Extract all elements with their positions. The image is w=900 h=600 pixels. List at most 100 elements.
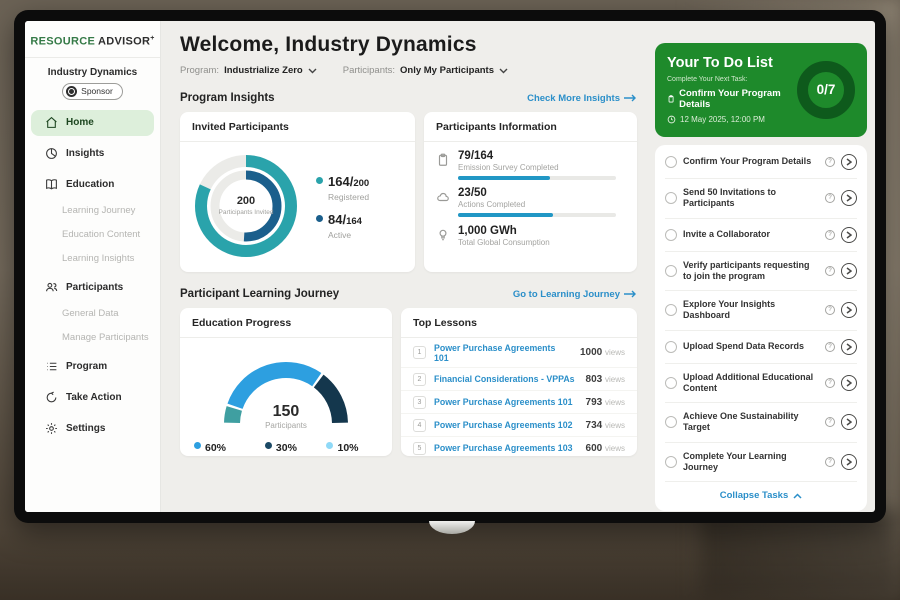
chevron-right-button[interactable] xyxy=(841,154,857,170)
info-icon[interactable]: ? xyxy=(825,457,835,467)
views-suffix: views xyxy=(605,398,625,407)
filter-bar: Program: Industrialize Zero Participants… xyxy=(180,65,637,76)
checkbox-circle[interactable] xyxy=(665,341,677,353)
checkbox-circle[interactable] xyxy=(665,304,677,316)
main-content: Welcome, Industry Dynamics Program: Indu… xyxy=(162,21,649,512)
sidebar-item-manage-participants[interactable]: Manage Participants xyxy=(25,327,160,349)
lesson-rank: 4 xyxy=(413,419,426,432)
learning-journey-header: Participant Learning Journey Go to Learn… xyxy=(180,288,637,300)
todo-item[interactable]: Explore Your Insights Dashboard? xyxy=(665,291,857,331)
sidebar-item-insights[interactable]: Insights xyxy=(31,141,154,167)
go-to-learning-journey-link[interactable]: Go to Learning Journey xyxy=(513,289,637,300)
clock-icon xyxy=(667,115,676,124)
chevron-right-button[interactable] xyxy=(841,339,857,355)
todo-item[interactable]: Upload Spend Data Records? xyxy=(665,331,857,364)
sidebar-item-general-data[interactable]: General Data xyxy=(25,303,160,325)
info-icon[interactable]: ? xyxy=(825,305,835,315)
todo-item[interactable]: Achieve One Sustainability Target? xyxy=(665,403,857,443)
sidebar-item-learning-insights[interactable]: Learning Insights xyxy=(25,248,160,270)
chevron-right-button[interactable] xyxy=(841,454,857,470)
sidebar-item-label: Education xyxy=(66,179,114,190)
chevron-right-button[interactable] xyxy=(841,375,857,391)
todo-item[interactable]: Send 50 Invitations to Participants? xyxy=(665,179,857,219)
checkbox-circle[interactable] xyxy=(665,377,677,389)
chevron-right-icon xyxy=(846,194,852,202)
checkbox-circle[interactable] xyxy=(665,192,677,204)
checkbox-circle[interactable] xyxy=(665,156,677,168)
chevron-right-button[interactable] xyxy=(841,190,857,206)
lesson-views: 803 xyxy=(586,374,603,385)
info-icon[interactable]: ? xyxy=(825,193,835,203)
todo-item-label: Invite a Collaborator xyxy=(683,229,819,240)
donut-legend: 164/200 Registered 84/164 Active xyxy=(316,164,369,249)
todo-item[interactable]: Upload Additional Educational Content? xyxy=(665,364,857,404)
program-list-icon xyxy=(45,360,58,373)
info-icon[interactable]: ? xyxy=(825,417,835,427)
insights-cards-row: Invited Participants 200 Participants In… xyxy=(180,112,637,272)
lesson-link[interactable]: Power Purchase Agreements 103 xyxy=(434,443,578,453)
todo-list-card: Confirm Your Program Details?Send 50 Inv… xyxy=(655,145,867,511)
donut-center-value: 200 xyxy=(237,195,255,207)
checkbox-circle[interactable] xyxy=(665,229,677,241)
sidebar-item-education[interactable]: Education xyxy=(31,172,154,198)
lesson-row: 2 Financial Considerations - VPPAs 803 v… xyxy=(401,368,637,391)
collapse-tasks-label: Collapse Tasks xyxy=(720,490,788,501)
todo-item[interactable]: Complete Your Learning Journey? xyxy=(665,443,857,483)
global-consumption-stat: 1,000 GWh Total Global Consumption xyxy=(424,217,637,247)
card-title: Education Progress xyxy=(180,308,392,338)
stat-value: 1,000 GWh xyxy=(458,225,550,237)
info-icon[interactable]: ? xyxy=(825,157,835,167)
info-icon[interactable]: ? xyxy=(825,378,835,388)
gauge-center-value: 150 xyxy=(211,403,361,421)
sponsor-badge-icon xyxy=(66,86,77,97)
checkbox-circle[interactable] xyxy=(665,456,677,468)
sidebar-item-home[interactable]: Home xyxy=(31,110,154,136)
info-icon[interactable]: ? xyxy=(825,342,835,352)
program-filter-dropdown[interactable]: Program: Industrialize Zero xyxy=(180,65,317,76)
lesson-link[interactable]: Financial Considerations - VPPAs xyxy=(434,374,578,384)
chevron-right-icon xyxy=(846,267,852,275)
sidebar-subitem-label: General Data xyxy=(62,308,119,319)
sidebar-item-label: Insights xyxy=(66,148,104,159)
todo-item[interactable]: Confirm Your Program Details? xyxy=(665,146,857,179)
checkbox-circle[interactable] xyxy=(665,265,677,277)
todo-item-label: Verify participants requesting to join t… xyxy=(683,260,819,283)
lesson-rank: 3 xyxy=(413,396,426,409)
sidebar-divider xyxy=(25,57,160,58)
todo-item-label: Explore Your Insights Dashboard xyxy=(683,299,819,322)
legend-registered: 164/200 Registered xyxy=(316,173,369,202)
participants-filter-dropdown[interactable]: Participants: Only My Participants xyxy=(343,65,508,76)
lesson-link[interactable]: Power Purchase Agreements 102 xyxy=(434,420,578,430)
checkbox-circle[interactable] xyxy=(665,416,677,428)
todo-item-label: Complete Your Learning Journey xyxy=(683,451,819,474)
sidebar-item-education-content[interactable]: Education Content xyxy=(25,224,160,246)
sidebar-item-settings[interactable]: Settings xyxy=(31,416,154,442)
sidebar-item-take-action[interactable]: Take Action xyxy=(31,385,154,411)
sidebar-item-label: Settings xyxy=(66,423,105,434)
chevron-right-button[interactable] xyxy=(841,263,857,279)
sidebar-item-participants[interactable]: Participants xyxy=(31,275,154,301)
not-started-dot xyxy=(326,442,333,449)
home-icon xyxy=(45,116,58,129)
todo-item[interactable]: Invite a Collaborator? xyxy=(665,219,857,252)
participants-filter-value: Only My Participants xyxy=(400,65,494,76)
sidebar-item-learning-journey[interactable]: Learning Journey xyxy=(25,200,160,222)
program-insights-header: Program Insights Check More Insights xyxy=(180,92,637,104)
collapse-tasks-link[interactable]: Collapse Tasks xyxy=(665,482,857,510)
todo-item[interactable]: Verify participants requesting to join t… xyxy=(665,252,857,292)
sidebar-item-program[interactable]: Program xyxy=(31,354,154,380)
views-suffix: views xyxy=(605,348,625,357)
info-icon[interactable]: ? xyxy=(825,266,835,276)
background-desk-shadow xyxy=(0,530,900,600)
lesson-link[interactable]: Power Purchase Agreements 101 xyxy=(434,343,572,363)
lesson-views: 600 xyxy=(586,443,603,454)
registered-label: Registered xyxy=(328,192,369,202)
chevron-right-button[interactable] xyxy=(841,414,857,430)
chevron-right-button[interactable] xyxy=(841,227,857,243)
chevron-right-button[interactable] xyxy=(841,302,857,318)
check-more-insights-link[interactable]: Check More Insights xyxy=(527,93,637,104)
lesson-link[interactable]: Power Purchase Agreements 101 xyxy=(434,397,578,407)
todo-hero-card: Your To Do List Complete Your Next Task:… xyxy=(655,43,867,137)
info-icon[interactable]: ? xyxy=(825,230,835,240)
legend-active: 84/164 Active xyxy=(316,211,369,240)
